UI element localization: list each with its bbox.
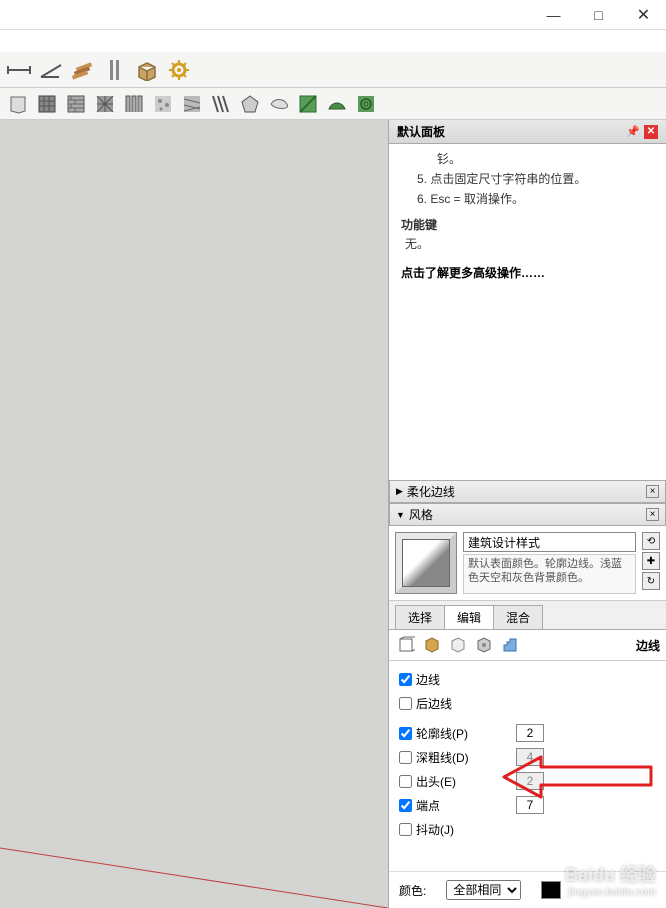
material-7-icon[interactable] (178, 91, 206, 117)
panel-title: 默认面板 📌 ✕ (389, 120, 666, 144)
extension-checkbox[interactable] (399, 775, 412, 788)
toolbar-row-2 (0, 88, 666, 120)
modeling-settings-icon[interactable] (499, 634, 521, 656)
menubar (0, 30, 666, 52)
axis-line (0, 708, 388, 908)
color-row: 颜色: 全部相同 (389, 871, 666, 908)
style-tabs: 选择 编辑 混合 (389, 601, 666, 630)
panel-title-label: 默认面板 (397, 123, 445, 140)
section-style[interactable]: ▼ 风格 × (389, 503, 666, 526)
tab-edit[interactable]: 编辑 (444, 605, 494, 629)
material-10-icon[interactable] (265, 91, 293, 117)
material-5-icon[interactable] (120, 91, 148, 117)
endpoint-input[interactable] (516, 796, 544, 814)
tab-mix[interactable]: 混合 (493, 605, 543, 629)
style-description: 默认表面颜色。轮廓边线。浅蓝色天空和灰色背景颜色。 (463, 554, 636, 594)
viewport-3d[interactable] (0, 120, 388, 908)
profile-label: 轮廓线(P) (416, 725, 516, 742)
material-1-icon[interactable] (4, 91, 32, 117)
jitter-checkbox[interactable] (399, 823, 412, 836)
background-settings-icon[interactable] (447, 634, 469, 656)
watermark-settings-icon[interactable] (473, 634, 495, 656)
collapse-arrow-icon: ▼ (396, 510, 405, 520)
edge-options: 边线 后边线 轮廓线(P) 深粗线(D) 出头(E) (389, 661, 666, 851)
style-update-button[interactable]: ⟲ (642, 532, 660, 550)
minimize-button[interactable]: — (531, 0, 576, 30)
tool-gear-icon[interactable] (164, 55, 194, 85)
jitter-label: 抖动(J) (416, 821, 516, 838)
back-edge-label: 后边线 (416, 695, 516, 712)
section-style-label: 风格 (409, 506, 433, 523)
style-thumbnail[interactable] (395, 532, 457, 594)
extension-label: 出头(E) (416, 773, 516, 790)
endpoint-label: 端点 (416, 797, 516, 814)
window-controls: — □ ✕ (531, 0, 666, 30)
edit-sub-toolbar: 边线 (389, 630, 666, 661)
extension-input (516, 772, 544, 790)
style-refresh-button[interactable]: ↻ (642, 572, 660, 590)
edge-label: 边线 (416, 671, 516, 688)
depth-input (516, 748, 544, 766)
edge-settings-icon[interactable] (395, 634, 417, 656)
section-soften[interactable]: ▶ 柔化边线 × (389, 480, 666, 503)
tool-lumber-icon[interactable] (68, 55, 98, 85)
tool-box-icon[interactable] (132, 55, 162, 85)
material-2-icon[interactable] (33, 91, 61, 117)
tool-protractor-icon[interactable] (36, 55, 66, 85)
material-11-icon[interactable] (294, 91, 322, 117)
endpoint-checkbox[interactable] (399, 799, 412, 812)
toolbar-row-1 (0, 52, 666, 88)
back-edge-checkbox[interactable] (399, 697, 412, 710)
tool-dimension-icon[interactable] (4, 55, 34, 85)
material-9-icon[interactable] (236, 91, 264, 117)
face-settings-icon[interactable] (421, 634, 443, 656)
expand-arrow-icon: ▶ (396, 486, 403, 497)
help-content: 钐。 5. 点击固定尺寸字符串的位置。 6. Esc = 取消操作。 功能键 无… (389, 144, 666, 480)
style-name-input[interactable] (463, 532, 636, 552)
depth-label: 深粗线(D) (416, 749, 516, 766)
panel-close-icon[interactable]: ✕ (644, 125, 658, 139)
material-12-icon[interactable] (323, 91, 351, 117)
help-more-link[interactable]: 点击了解更多高级操作…… (401, 264, 654, 281)
help-func-title: 功能键 (401, 216, 654, 233)
profile-input[interactable] (516, 724, 544, 742)
style-new-button[interactable]: ✚ (642, 552, 660, 570)
section-soften-label: 柔化边线 (407, 483, 455, 500)
titlebar: — □ ✕ (0, 0, 666, 30)
close-button[interactable]: ✕ (621, 0, 666, 30)
pin-icon[interactable]: 📌 (626, 125, 640, 139)
material-6-icon[interactable] (149, 91, 177, 117)
material-13-icon[interactable] (352, 91, 380, 117)
help-func-none: 无。 (401, 235, 654, 252)
color-select[interactable]: 全部相同 (446, 880, 521, 900)
sub-label: 边线 (636, 637, 660, 654)
maximize-button[interactable]: □ (576, 0, 621, 30)
color-label: 颜色: (399, 882, 426, 899)
section-close-icon[interactable]: × (646, 508, 659, 521)
edge-checkbox[interactable] (399, 673, 412, 686)
style-box: 默认表面颜色。轮廓边线。浅蓝色天空和灰色背景颜色。 ⟲ ✚ ↻ (389, 526, 666, 601)
help-item-4: 钐。 (417, 150, 654, 168)
tool-column-icon[interactable] (100, 55, 130, 85)
profile-checkbox[interactable] (399, 727, 412, 740)
help-item-6: 6. Esc = 取消操作。 (417, 190, 654, 208)
depth-checkbox[interactable] (399, 751, 412, 764)
side-panel: 默认面板 📌 ✕ 钐。 5. 点击固定尺寸字符串的位置。 6. Esc = 取消… (388, 120, 666, 908)
material-4-icon[interactable] (91, 91, 119, 117)
tab-select[interactable]: 选择 (395, 605, 445, 629)
help-item-5: 5. 点击固定尺寸字符串的位置。 (417, 170, 654, 188)
main-area: 默认面板 📌 ✕ 钐。 5. 点击固定尺寸字符串的位置。 6. Esc = 取消… (0, 120, 666, 908)
color-swatch[interactable] (541, 881, 561, 899)
material-8-icon[interactable] (207, 91, 235, 117)
section-close-icon[interactable]: × (646, 485, 659, 498)
material-3-icon[interactable] (62, 91, 90, 117)
